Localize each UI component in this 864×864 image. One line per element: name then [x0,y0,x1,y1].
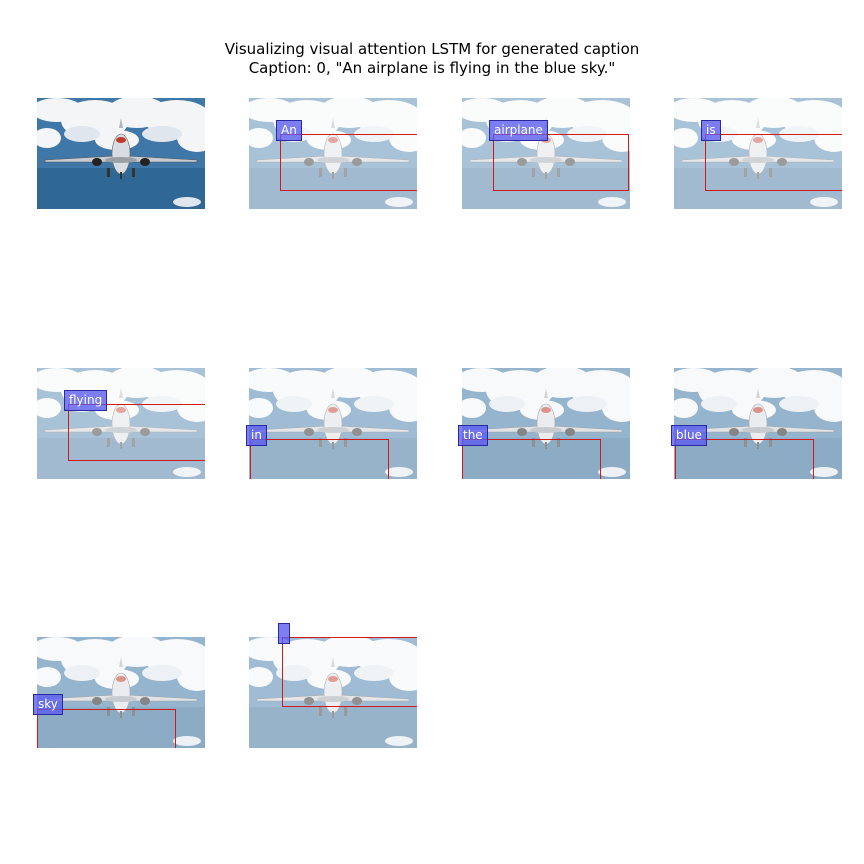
figure-canvas: { "figure": { "title_line1": "Visualizin… [0,0,864,864]
attention-box [705,134,842,191]
figure-title: Visualizing visual attention LSTM for ge… [224,40,640,58]
attention-box [68,404,205,461]
airplane-photo [37,98,205,209]
caption-line: Caption: 0, "An airplane is flying in th… [248,59,616,77]
attention-panel [674,368,842,479]
attention-box [280,134,417,191]
attention-box [493,134,629,191]
word-label [278,623,290,644]
attention-panel [249,98,417,209]
word-label: An [276,120,302,141]
attention-box [282,637,417,707]
original-image-panel [37,98,205,209]
word-label: blue [671,425,707,446]
word-label: airplane [489,120,548,141]
word-label: sky [33,694,63,715]
word-label: flying [64,390,108,411]
attention-panel [249,637,417,748]
attention-box [250,439,389,479]
word-label: the [458,425,488,446]
attention-panel [674,98,842,209]
word-label: in [246,425,267,446]
attention-panel [249,368,417,479]
attention-panel [462,368,630,479]
attention-panel [462,98,630,209]
attention-panel [37,637,205,748]
attention-panel [37,368,205,479]
word-label: is [701,120,721,141]
